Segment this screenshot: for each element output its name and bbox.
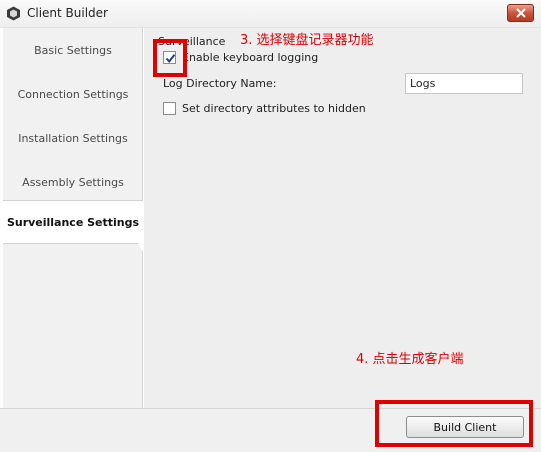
log-directory-input[interactable] — [405, 73, 523, 94]
title-bar: Client Builder — [0, 0, 541, 28]
enable-logging-label: Enable keyboard logging — [182, 51, 319, 64]
sidebar-item-installation-settings[interactable]: Installation Settings — [3, 116, 143, 160]
sidebar-item-basic-settings[interactable]: Basic Settings — [3, 28, 143, 72]
hidden-attributes-label: Set directory attributes to hidden — [182, 102, 366, 115]
log-directory-label: Log Directory Name: — [163, 77, 277, 90]
annotation-step-4: 4. 点击生成客户端 — [356, 352, 464, 367]
sidebar-item-label: Assembly Settings — [22, 175, 124, 189]
window-title: Client Builder — [27, 6, 108, 20]
hidden-attributes-row[interactable]: Set directory attributes to hidden — [163, 102, 366, 115]
annotation-step-3: 3. 选择键盘记录器功能 — [240, 33, 374, 48]
sidebar-item-label: Installation Settings — [18, 131, 128, 145]
sidebar-item-surveillance-settings[interactable]: Surveillance Settings — [3, 200, 143, 244]
log-directory-row: Log Directory Name: — [163, 77, 277, 90]
settings-sidebar: Basic Settings Connection Settings Insta… — [3, 28, 147, 408]
hidden-attributes-checkbox[interactable] — [163, 102, 176, 115]
sidebar-item-label: Surveillance Settings — [6, 215, 140, 229]
sidebar-item-assembly-settings[interactable]: Assembly Settings — [3, 160, 143, 204]
annotation-box-build-button — [375, 400, 533, 447]
surveillance-settings-panel: Surveillance Enable keyboard logging Log… — [144, 28, 541, 408]
annotation-box-checkbox — [153, 39, 187, 77]
sidebar-item-connection-settings[interactable]: Connection Settings — [3, 72, 143, 116]
sidebar-item-label: Basic Settings — [34, 43, 112, 57]
close-icon — [516, 8, 526, 18]
app-logo-icon — [7, 6, 20, 21]
close-button[interactable] — [507, 4, 534, 22]
sidebar-item-label: Connection Settings — [17, 87, 129, 101]
